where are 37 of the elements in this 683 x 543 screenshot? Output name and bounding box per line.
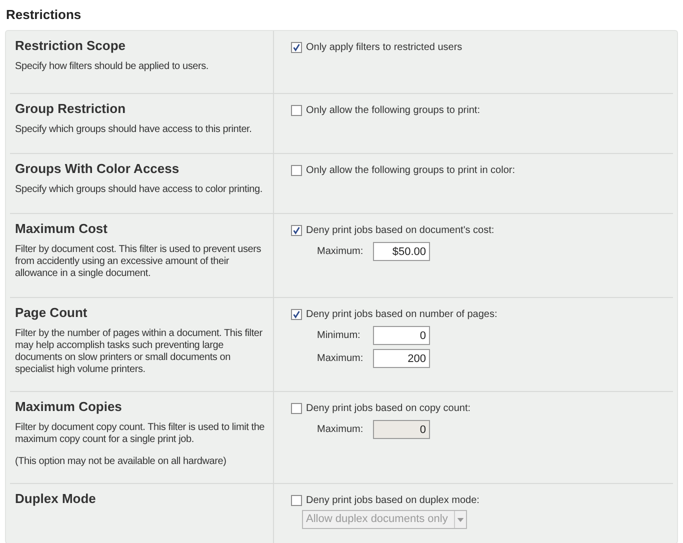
description-text: Specify which groups should have access to color printing. (15, 184, 264, 196)
input-field[interactable]: $50.00 (373, 242, 430, 261)
section-title: Groups With Color Access (15, 161, 180, 177)
section-title: Maximum Cost (15, 221, 108, 237)
description-text: Filter by document cost. This filter is used to prevent users from accidently using an excessive amount of their allowance in a single document. (15, 244, 262, 280)
caret-icon (456, 518, 464, 522)
description-text: Specify which groups should have access to this printer. (15, 124, 253, 136)
description-text: Filter by document copy count. This filter is used to limit the maximum copy count for a single print job. (15, 422, 266, 446)
description-text: Specify how filters should be applied to users. (15, 61, 210, 73)
checkbox[interactable] (291, 42, 302, 53)
checkbox-label[interactable]: Deny print jobs based on number of pages: (306, 307, 498, 322)
field-label: Maximum: (317, 352, 364, 366)
section-title: Group Restriction (15, 101, 127, 117)
checkbox[interactable] (291, 495, 302, 506)
checkbox-label[interactable]: Deny print jobs based on duplex mode: (306, 493, 480, 508)
checkbox[interactable] (291, 165, 302, 176)
checkbox-label[interactable]: Deny print jobs based on copy count: (306, 401, 471, 416)
checkbox-label[interactable]: Only apply filters to restricted users (306, 40, 462, 55)
field-label: Minimum: (317, 329, 362, 343)
input-field[interactable]: 200 (373, 349, 430, 368)
section-heading: Restrictions (5, 6, 82, 24)
section-title: Page Count (15, 305, 88, 321)
section-title: Restriction Scope (15, 38, 127, 54)
checkbox[interactable] (291, 105, 302, 116)
checkbox-label[interactable]: Only allow the following groups to print: (306, 103, 480, 118)
section-title: Maximum Copies (15, 399, 123, 415)
checkbox[interactable] (291, 403, 302, 414)
field-label: Maximum: (317, 423, 364, 437)
section-title: Duplex Mode (15, 491, 97, 507)
checkbox-label[interactable]: Deny print jobs based on document's cost: (306, 223, 494, 238)
description-text: Filter by the number of pages within a document. This filter may help accomplish tasks such preventing large documents on slow printers or small documents on specialist high volume printers. (15, 328, 264, 376)
checkbox[interactable] (291, 309, 302, 320)
field-label: Maximum: (317, 245, 364, 259)
description-text: (This option may not be available on all hardware) (15, 456, 228, 468)
checkbox-label[interactable]: Only allow the following groups to print in color: (306, 163, 515, 178)
input-field[interactable]: 0 (373, 326, 430, 345)
checkbox[interactable] (291, 225, 302, 236)
